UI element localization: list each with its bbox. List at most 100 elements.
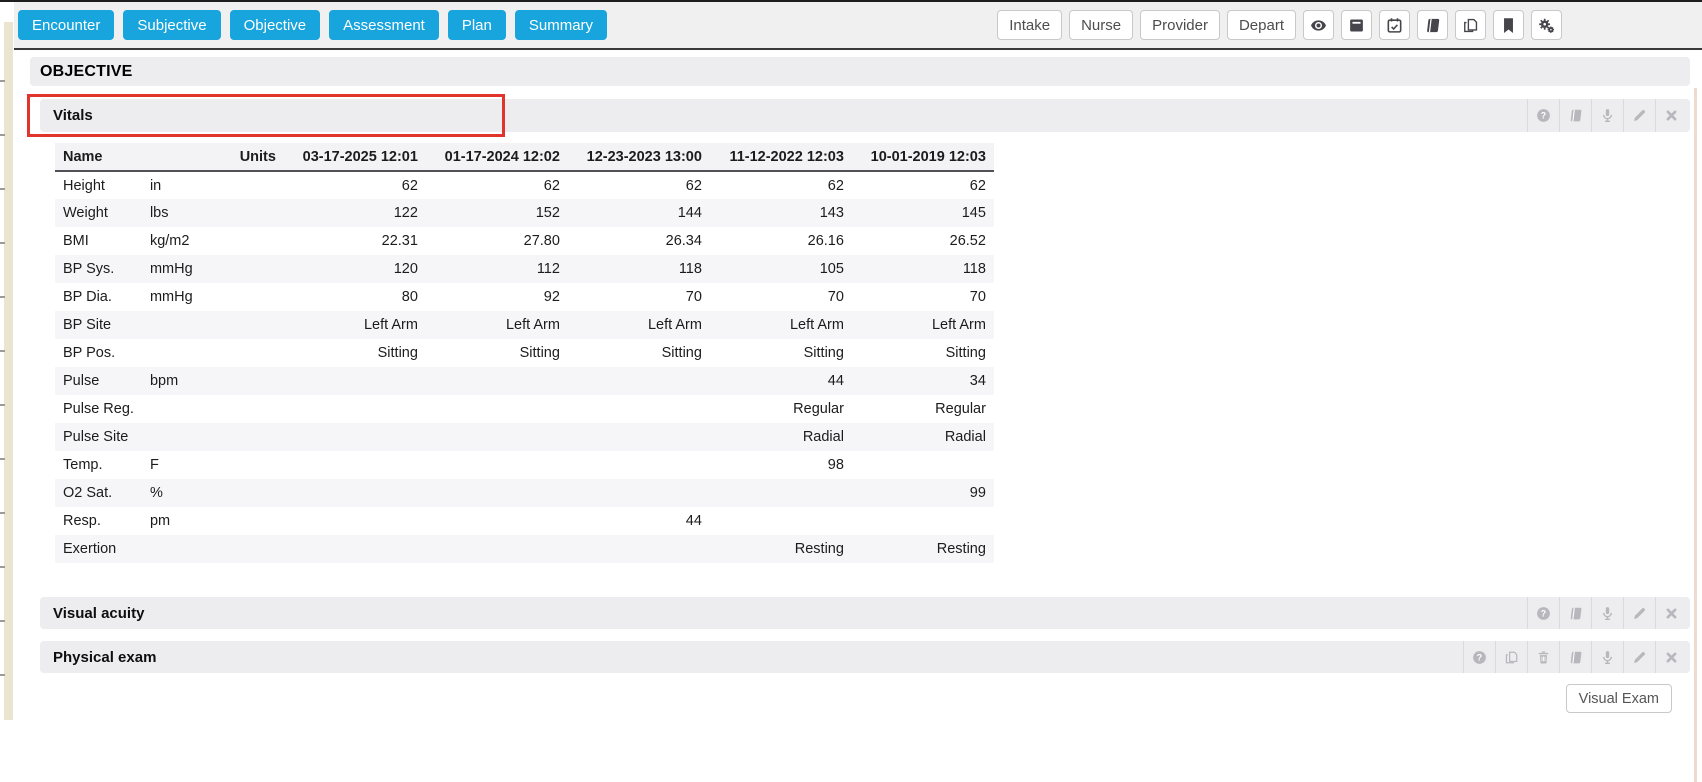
vital-value-cell — [426, 507, 568, 535]
vertical-scrollbar[interactable] — [1694, 52, 1702, 782]
book-icon[interactable] — [1559, 99, 1591, 132]
vital-value-cell: 62 — [710, 171, 852, 199]
nav-tab-button[interactable]: Objective — [230, 10, 321, 40]
column-header: Units — [142, 143, 284, 171]
column-header: 03-17-2025 12:01 — [284, 143, 426, 171]
vital-units-cell — [142, 535, 284, 563]
vital-units-cell: pm — [142, 507, 284, 535]
visual-exam-button[interactable]: Visual Exam — [1566, 684, 1672, 713]
gears-icon[interactable] — [1531, 10, 1562, 40]
microphone-icon[interactable] — [1591, 99, 1623, 132]
nav-tab-button[interactable]: Assessment — [329, 10, 439, 40]
table-row: Weightlbs122152144143145 — [55, 199, 994, 227]
vital-value-cell: 44 — [710, 367, 852, 395]
vital-value-cell — [426, 451, 568, 479]
vital-name-cell: Exertion — [55, 535, 142, 563]
vital-value-cell: Radial — [710, 423, 852, 451]
vital-value-cell: 62 — [284, 171, 426, 199]
nav-tab-button[interactable]: Subjective — [123, 10, 220, 40]
nav-tab-button[interactable]: Encounter — [18, 10, 114, 40]
vital-units-cell: F — [142, 451, 284, 479]
vitals-table-header-row: NameUnits03-17-2025 12:0101-17-2024 12:0… — [55, 143, 994, 171]
close-icon[interactable] — [1655, 597, 1687, 629]
calendar-check-icon[interactable] — [1379, 10, 1410, 40]
book-icon[interactable] — [1559, 641, 1591, 673]
vital-value-cell: Left Arm — [426, 311, 568, 339]
table-row: BP Pos.SittingSittingSittingSittingSitti… — [55, 339, 994, 367]
column-header: 11-12-2022 12:03 — [710, 143, 852, 171]
microphone-icon[interactable] — [1591, 597, 1623, 629]
eye-icon[interactable] — [1303, 10, 1334, 40]
vital-name-cell: Pulse — [55, 367, 142, 395]
book-icon[interactable] — [1559, 597, 1591, 629]
vital-name-cell: Height — [55, 171, 142, 199]
vital-value-cell: 152 — [426, 199, 568, 227]
vital-value-cell — [426, 395, 568, 423]
vital-value-cell: Regular — [852, 395, 994, 423]
pencil-icon[interactable] — [1623, 99, 1655, 132]
vitals-table-body: Heightin6262626262Weightlbs1221521441431… — [55, 171, 994, 563]
bookmark-icon[interactable] — [1493, 10, 1524, 40]
vitals-section-icons: ? — [1527, 99, 1690, 132]
help-icon[interactable]: ? — [1463, 641, 1495, 673]
close-icon[interactable] — [1655, 641, 1687, 673]
help-icon[interactable]: ? — [1527, 597, 1559, 629]
svg-text:?: ? — [1541, 111, 1546, 121]
vital-name-cell: Resp. — [55, 507, 142, 535]
visual-acuity-section-title: Visual acuity — [53, 605, 144, 622]
stage-button[interactable]: Intake — [997, 10, 1062, 40]
vital-name-cell: Temp. — [55, 451, 142, 479]
vitals-section-title: Vitals — [53, 107, 93, 124]
table-row: BP SiteLeft ArmLeft ArmLeft ArmLeft ArmL… — [55, 311, 994, 339]
encounter-nav-group: Encounter Subjective Objective Assessment Pl… — [18, 10, 607, 40]
nav-tab-button[interactable]: Summary — [515, 10, 607, 40]
vital-units-cell — [142, 423, 284, 451]
vital-value-cell: Sitting — [284, 339, 426, 367]
vital-value-cell: 99 — [852, 479, 994, 507]
vital-value-cell: 26.52 — [852, 227, 994, 255]
vital-name-cell: Pulse Reg. — [55, 395, 142, 423]
stage-button[interactable]: Provider — [1140, 10, 1220, 40]
vital-value-cell: 92 — [426, 283, 568, 311]
left-panel-edge — [0, 2, 14, 782]
vital-value-cell: 70 — [852, 283, 994, 311]
pencil-icon[interactable] — [1623, 597, 1655, 629]
visual-acuity-section-bar[interactable]: Visual acuity ? — [40, 597, 1690, 629]
vital-value-cell: 122 — [284, 199, 426, 227]
vitals-section-bar[interactable]: Vitals ? — [40, 99, 1690, 132]
pencil-icon[interactable] — [1623, 641, 1655, 673]
stage-button[interactable]: Depart — [1227, 10, 1296, 40]
vital-value-cell — [426, 423, 568, 451]
vital-value-cell — [284, 367, 426, 395]
column-header: 01-17-2024 12:02 — [426, 143, 568, 171]
physical-exam-section-bar[interactable]: Physical exam ? — [40, 641, 1690, 673]
vital-value-cell: Regular — [710, 395, 852, 423]
nav-tab-button[interactable]: Plan — [448, 10, 506, 40]
vital-value-cell: 145 — [852, 199, 994, 227]
vital-value-cell — [710, 479, 852, 507]
copy-icon[interactable] — [1495, 641, 1527, 673]
column-header: 10-01-2019 12:03 — [852, 143, 994, 171]
vital-value-cell: Sitting — [710, 339, 852, 367]
copy-icon[interactable] — [1455, 10, 1486, 40]
trash-icon[interactable] — [1527, 641, 1559, 673]
table-row: BMIkg/m222.3127.8026.3426.1626.52 — [55, 227, 994, 255]
table-row: ExertionRestingResting — [55, 535, 994, 563]
toolbar-right-group: IntakeNurseProviderDepart — [997, 10, 1562, 40]
help-icon[interactable]: ? — [1527, 99, 1559, 132]
vital-value-cell — [852, 451, 994, 479]
vital-value-cell: 70 — [710, 283, 852, 311]
vital-value-cell: 22.31 — [284, 227, 426, 255]
table-row: BP Sys.mmHg120112118105118 — [55, 255, 994, 283]
archive-icon[interactable] — [1341, 10, 1372, 40]
book-icon[interactable] — [1417, 10, 1448, 40]
visual-acuity-section-icons: ? — [1527, 597, 1690, 629]
vital-name-cell: Pulse Site — [55, 423, 142, 451]
vital-value-cell: 34 — [852, 367, 994, 395]
vital-value-cell — [568, 451, 710, 479]
vital-value-cell: Radial — [852, 423, 994, 451]
physical-exam-section-title: Physical exam — [53, 649, 156, 666]
stage-button[interactable]: Nurse — [1069, 10, 1133, 40]
microphone-icon[interactable] — [1591, 641, 1623, 673]
close-icon[interactable] — [1655, 99, 1687, 132]
